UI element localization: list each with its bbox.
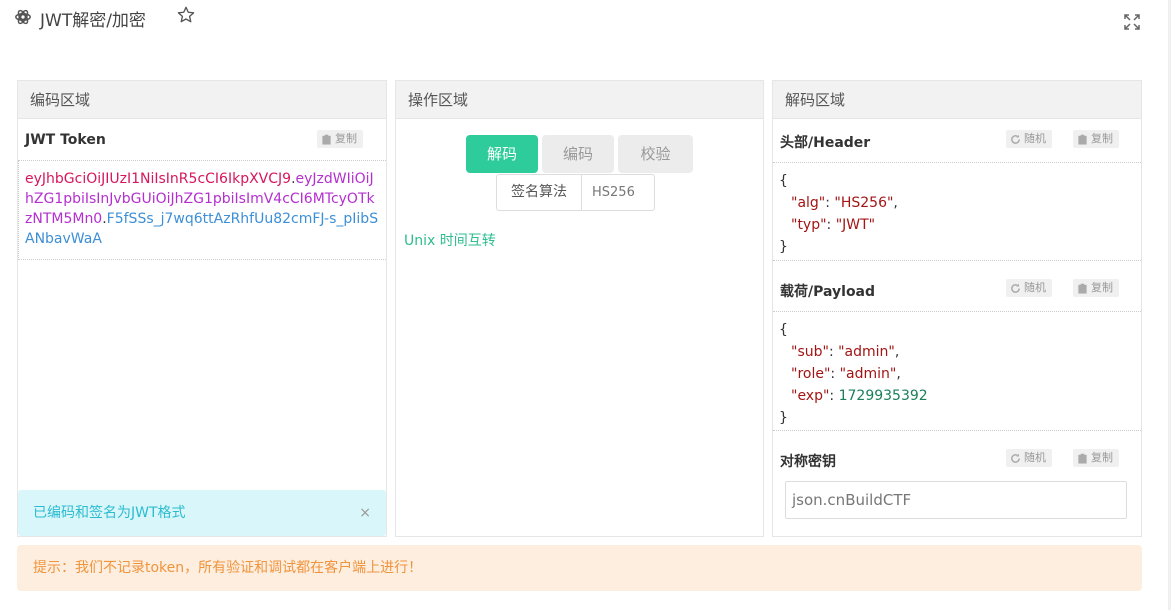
json-key: "role" — [791, 366, 831, 382]
status-alert: 已编码和签名为JWT格式 × — [18, 490, 386, 536]
key-section-title: 对称密钥 — [780, 454, 836, 470]
copy-token-button[interactable]: 复制 — [317, 130, 363, 148]
json-key: "alg" — [791, 195, 826, 211]
json-brace: { — [779, 173, 788, 189]
copy-header-button[interactable]: 复制 — [1073, 130, 1119, 148]
json-value: "HS256" — [834, 195, 894, 211]
random-label: 随机 — [1024, 281, 1046, 294]
encode-panel-title: 编码区域 — [18, 81, 386, 119]
algorithm-select[interactable]: 签名算法 HS256 — [496, 174, 655, 211]
json-brace: } — [779, 410, 788, 426]
json-key: "sub" — [791, 344, 829, 360]
refresh-icon — [1011, 134, 1020, 144]
json-key: "exp" — [791, 388, 830, 404]
top-bar: JWT解密/加密 — [0, 0, 1171, 40]
header-json-editor[interactable]: { "alg": "HS256", "typ": "JWT" } — [773, 162, 1141, 261]
star-icon[interactable] — [176, 5, 196, 25]
copy-label: 复制 — [1091, 132, 1113, 145]
copy-label: 复制 — [1091, 281, 1113, 294]
algorithm-value[interactable]: HS256 — [582, 175, 654, 210]
decode-panel-title: 解码区域 — [773, 81, 1141, 119]
json-value: "admin" — [838, 344, 895, 360]
refresh-icon — [1011, 283, 1020, 293]
json-value: "admin" — [839, 366, 897, 382]
token-header-part: eyJhbGciOiJIUzI1NiIsInR5cCI6IkpXVCJ9 — [25, 171, 292, 187]
encode-panel: 编码区域 JWT Token 复制 eyJhbGciOiJIUzI1NiIsIn… — [17, 80, 387, 537]
json-line: "exp": 1729935392 — [791, 388, 928, 404]
json-line: "role": "admin", — [791, 366, 901, 382]
refresh-icon — [1011, 453, 1020, 463]
close-icon[interactable]: × — [359, 490, 371, 536]
verify-button[interactable]: 校验 — [618, 135, 693, 173]
operation-panel-title: 操作区域 — [396, 81, 763, 119]
alert-text: 已编码和签名为JWT格式 — [33, 505, 186, 521]
copy-label: 复制 — [335, 132, 357, 145]
payload-section-title: 载荷/Payload — [780, 284, 876, 300]
encode-button[interactable]: 编码 — [542, 135, 614, 173]
random-label: 随机 — [1024, 132, 1046, 145]
copy-payload-button[interactable]: 复制 — [1073, 279, 1119, 297]
secret-key-input[interactable]: json.cnBuildCTF — [785, 481, 1127, 519]
random-header-button[interactable]: 随机 — [1006, 130, 1052, 148]
jwt-token-title: JWT Token — [25, 132, 106, 148]
expand-icon[interactable] — [1123, 13, 1141, 31]
clipboard-icon — [322, 134, 331, 145]
random-label: 随机 — [1024, 451, 1046, 464]
page-title: JWT解密/加密 — [40, 11, 146, 31]
tip-banner: 提示：我们不记录token，所有验证和调试都在客户端上进行！ — [17, 545, 1142, 591]
unix-time-link[interactable]: Unix 时间互转 — [404, 230, 496, 250]
random-payload-button[interactable]: 随机 — [1006, 279, 1052, 297]
algorithm-label: 签名算法 — [497, 175, 582, 210]
random-key-button[interactable]: 随机 — [1006, 449, 1052, 467]
json-line: "alg": "HS256", — [791, 195, 898, 211]
copy-label: 复制 — [1091, 451, 1113, 464]
jwt-token-input[interactable]: eyJhbGciOiJIUzI1NiIsInR5cCI6IkpXVCJ9.eyJ… — [18, 160, 386, 260]
decode-button[interactable]: 解码 — [466, 135, 538, 173]
operation-panel: 操作区域 解码 编码 校验 签名算法 HS256 Unix 时间互转 — [395, 80, 764, 537]
json-key: "typ" — [791, 217, 827, 233]
json-value: 1729935392 — [838, 388, 928, 404]
json-value: "JWT" — [835, 217, 876, 233]
json-brace: { — [779, 322, 788, 338]
json-line: "typ": "JWT" — [791, 217, 876, 233]
decode-panel: 解码区域 头部/Header 随机 复制 { "alg": "HS256", "… — [772, 80, 1142, 537]
payload-json-editor[interactable]: { "sub": "admin", "role": "admin", "exp"… — [773, 311, 1141, 431]
clipboard-icon — [1078, 453, 1087, 464]
clipboard-icon — [1078, 283, 1087, 294]
json-line: "sub": "admin", — [791, 344, 900, 360]
header-section-title: 头部/Header — [780, 135, 871, 151]
json-brace: } — [779, 239, 788, 255]
app-settings-icon — [15, 9, 31, 25]
clipboard-icon — [1078, 134, 1087, 145]
copy-key-button[interactable]: 复制 — [1073, 449, 1119, 467]
